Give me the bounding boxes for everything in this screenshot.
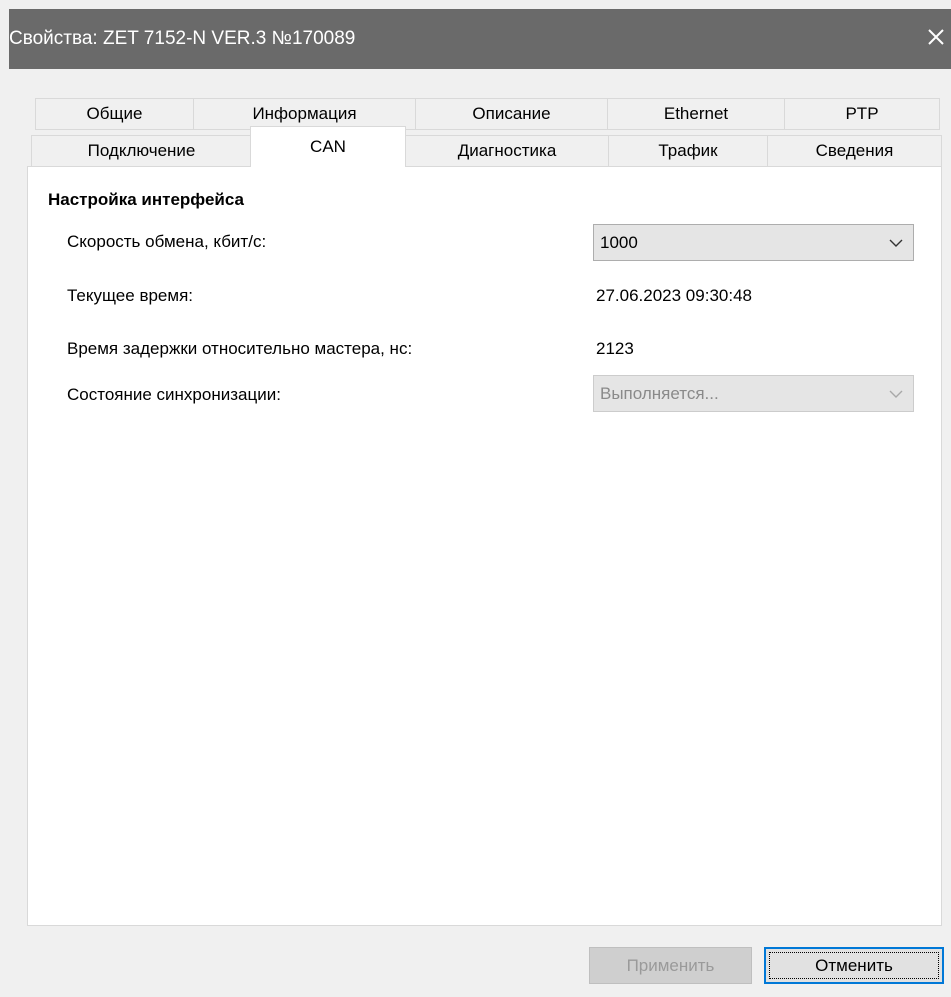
chevron-down-icon — [889, 239, 903, 247]
section-title: Настройка интерфейса — [48, 190, 244, 209]
title-bar: Свойства: ZET 7152-N VER.3 №170089 — [9, 9, 951, 69]
tab-ethernet[interactable]: Ethernet — [607, 98, 785, 130]
master-delay-value: 2123 — [596, 339, 634, 358]
focus-ring — [769, 952, 939, 979]
tab-traffic[interactable]: Трафик — [608, 135, 768, 167]
tab-can[interactable]: CAN — [250, 126, 406, 167]
apply-button[interactable]: Применить — [589, 947, 752, 984]
window-title: Свойства: ZET 7152-N VER.3 №170089 — [9, 28, 356, 49]
exchange-speed-label: Скорость обмена, кбит/с: — [67, 232, 267, 251]
tab-description[interactable]: Описание — [415, 98, 608, 130]
sync-state-value: Выполняется... — [600, 384, 719, 403]
exchange-speed-combobox[interactable]: 1000 — [593, 224, 914, 261]
tab-diagnostics[interactable]: Диагностика — [405, 135, 609, 167]
tab-details[interactable]: Сведения — [767, 135, 942, 167]
sync-state-label: Состояние синхронизации: — [67, 385, 281, 404]
master-delay-label: Время задержки относительно мастера, нс: — [67, 339, 413, 358]
cancel-button[interactable]: Отменить — [764, 947, 944, 984]
close-icon[interactable] — [921, 22, 951, 52]
tab-ptp[interactable]: PTP — [784, 98, 940, 130]
current-time-label: Текущее время: — [67, 286, 193, 305]
tab-general[interactable]: Общие — [35, 98, 194, 130]
can-tab-panel: Настройка интерфейса Скорость обмена, кб… — [27, 166, 942, 926]
exchange-speed-value: 1000 — [600, 233, 638, 252]
sync-state-combobox: Выполняется... — [593, 375, 914, 412]
chevron-down-icon — [889, 390, 903, 398]
tab-connection[interactable]: Подключение — [31, 135, 252, 167]
current-time-value: 27.06.2023 09:30:48 — [596, 286, 752, 305]
